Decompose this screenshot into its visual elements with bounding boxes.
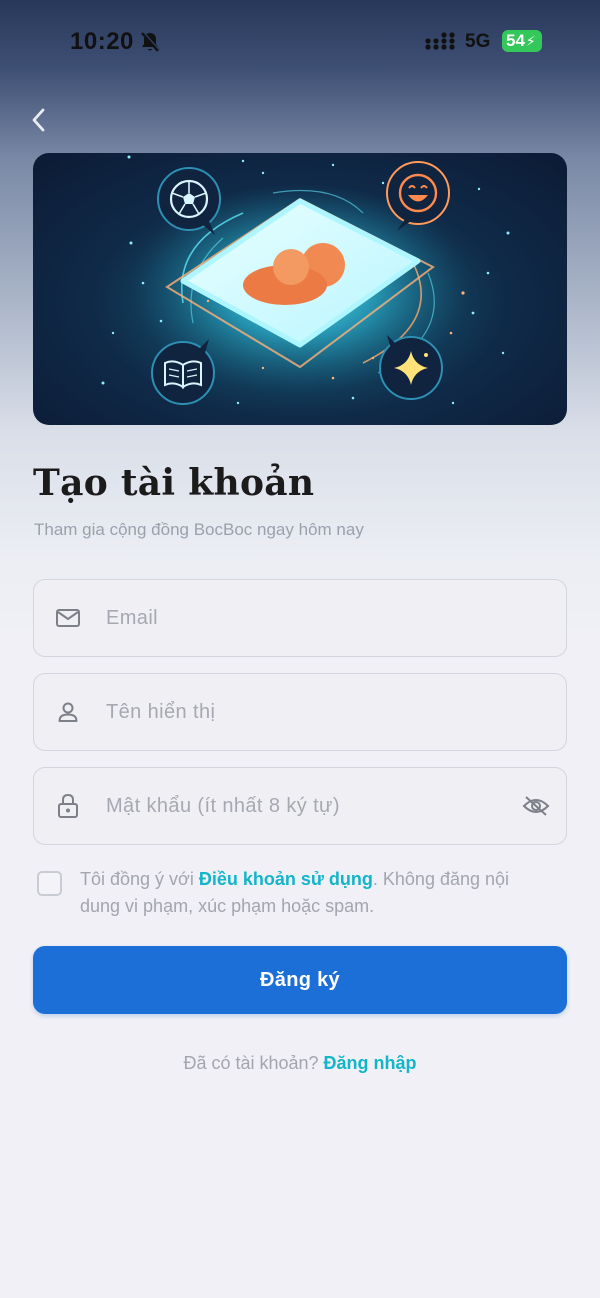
email-input[interactable]	[102, 580, 566, 656]
battery-indicator: 54 ⚡	[502, 30, 542, 52]
mail-icon	[34, 580, 102, 656]
person-icon	[34, 674, 102, 750]
login-prompt-text: Đã có tài khoản?	[183, 1053, 324, 1073]
chevron-left-icon	[32, 108, 45, 132]
charging-bolt-icon: ⚡	[525, 32, 536, 49]
signal-icon	[425, 32, 455, 50]
email-field[interactable]	[33, 579, 567, 657]
book-icon	[151, 339, 215, 405]
sparkle-icon	[379, 335, 443, 400]
display-name-input[interactable]	[102, 674, 566, 750]
password-field[interactable]	[33, 767, 567, 845]
page-title: Tạo tài khoản	[33, 462, 315, 504]
login-link[interactable]: Đăng nhập	[324, 1053, 417, 1073]
back-button[interactable]	[20, 102, 56, 138]
battery-level: 54	[506, 31, 525, 50]
display-name-field[interactable]	[33, 673, 567, 751]
password-input[interactable]	[102, 768, 506, 844]
terms-prefix: Tôi đồng ý với	[80, 869, 199, 889]
page-subtitle: Tham gia cộng đồng BocBoc ngay hôm nay	[34, 520, 364, 539]
network-type: 5G	[465, 31, 491, 52]
lock-icon	[34, 768, 102, 844]
hero-illustration	[33, 153, 567, 425]
bell-slash-icon	[141, 31, 160, 52]
terms-text: Tôi đồng ý với Điều khoản sử dụng. Không…	[80, 866, 550, 920]
status-time: 10:20	[70, 28, 134, 55]
status-bar: 10:20 5G 54 ⚡	[0, 0, 600, 84]
login-prompt: Đã có tài khoản? Đăng nhập	[0, 1053, 600, 1074]
register-button[interactable]: Đăng ký	[33, 946, 567, 1014]
terms-link[interactable]: Điều khoản sử dụng	[199, 869, 373, 889]
eye-slash-icon	[522, 796, 550, 816]
terms-checkbox[interactable]	[37, 871, 62, 896]
toggle-password-visibility-button[interactable]	[506, 768, 566, 844]
